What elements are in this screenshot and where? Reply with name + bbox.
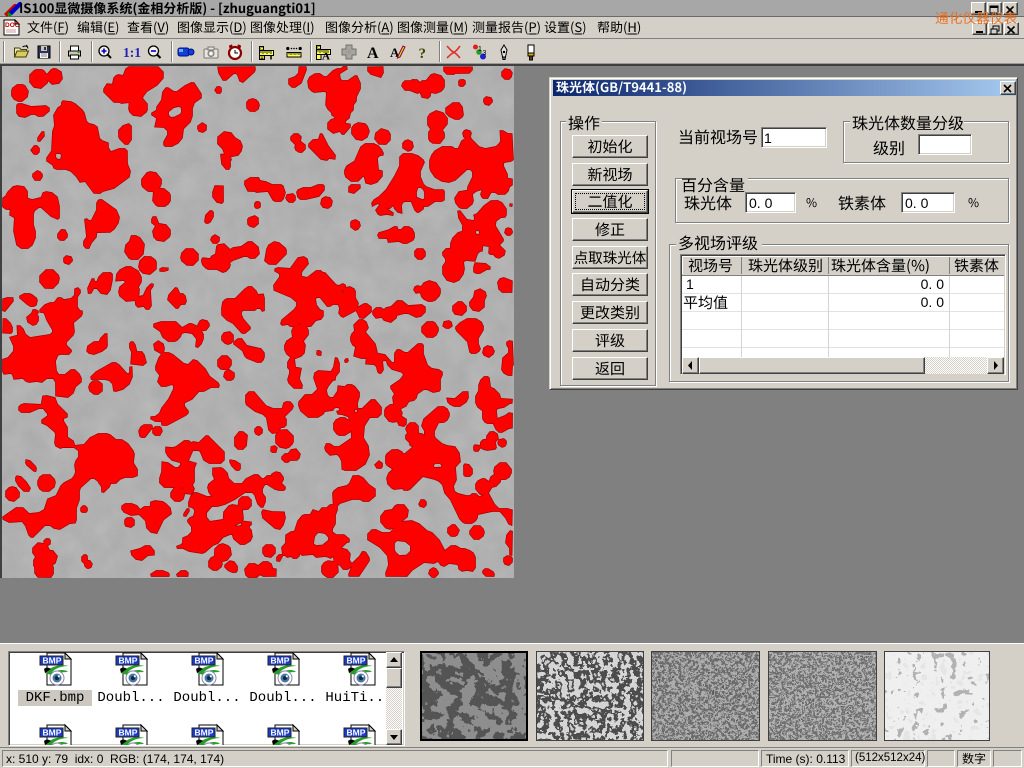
svg-text:BMP: BMP — [271, 728, 290, 738]
svg-text:1: 1 — [764, 130, 772, 146]
svg-text:BMP: BMP — [195, 656, 214, 666]
svg-text:BMP: BMP — [119, 656, 138, 666]
svg-text:BMP: BMP — [271, 656, 290, 666]
svg-text:A: A — [322, 51, 330, 63]
svg-text:DOC: DOC — [5, 22, 20, 29]
svg-text:BMP: BMP — [119, 728, 138, 738]
svg-text:BMP: BMP — [43, 656, 62, 666]
svg-text:BMP: BMP — [43, 728, 62, 738]
svg-text:0. 0: 0. 0 — [921, 276, 945, 292]
svg-text:1: 1 — [478, 46, 482, 53]
svg-text:A: A — [367, 45, 379, 62]
svg-text:BMP: BMP — [195, 728, 214, 738]
svg-text:BMP: BMP — [347, 728, 366, 738]
svg-text:?: ? — [419, 46, 427, 62]
svg-text:0. 0: 0. 0 — [921, 294, 945, 310]
svg-text:BMP: BMP — [347, 656, 366, 666]
svg-text:3: 3 — [483, 50, 487, 57]
svg-text:1:1: 1:1 — [123, 45, 141, 60]
svg-text:0. 0: 0. 0 — [905, 195, 929, 211]
svg-text:1: 1 — [686, 276, 694, 292]
svg-text:0. 0: 0. 0 — [749, 195, 773, 211]
